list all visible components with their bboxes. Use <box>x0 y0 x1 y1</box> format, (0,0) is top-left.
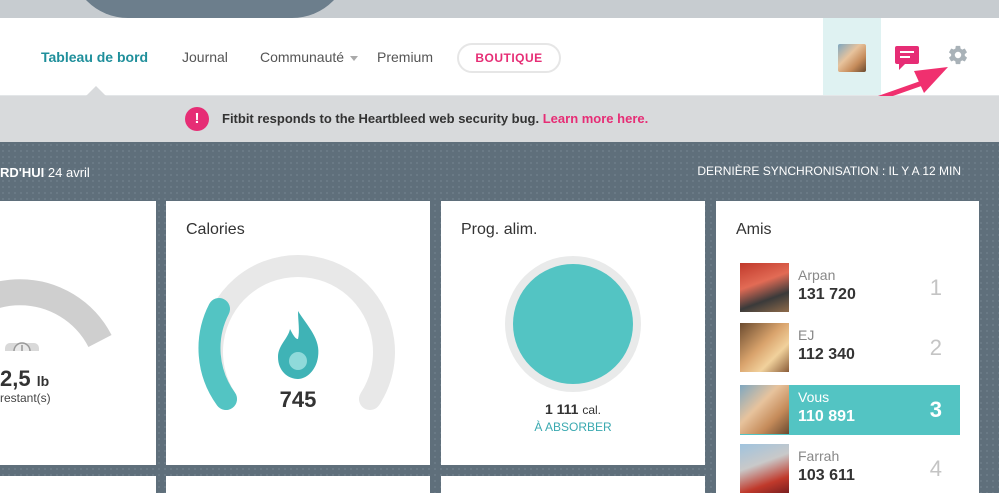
food-progress-ring <box>505 256 641 392</box>
active-tab-pointer <box>86 86 106 96</box>
nav-communaute[interactable]: Communauté <box>260 49 359 65</box>
friend-name: Arpan <box>798 267 836 283</box>
friends-card[interactable]: Amis Arpan 131 720 1 EJ 112 340 2 Vous 1… <box>716 201 979 493</box>
learn-more-link[interactable]: Learn more here. <box>543 111 649 126</box>
friend-row-self[interactable]: Vous 110 891 3 <box>740 385 960 435</box>
friend-rank: 4 <box>929 456 942 481</box>
friend-row[interactable]: EJ 112 340 2 <box>740 323 960 373</box>
friend-name: Farrah <box>798 448 840 464</box>
boutique-button[interactable]: BOUTIQUE <box>457 43 561 73</box>
weight-value: 2,5 lb <box>0 366 49 392</box>
friend-steps: 112 340 <box>798 346 855 363</box>
sync-status: DERNIÈRE SYNCHRONISATION : IL Y A 12 MIN <box>697 164 961 178</box>
friend-rank: 1 <box>929 275 942 300</box>
today-label: RD'HUI <box>0 165 45 180</box>
weight-unit: lb <box>36 373 50 389</box>
alert-text: Fitbit responds to the Heartbleed web se… <box>222 111 540 126</box>
friend-avatar <box>740 323 789 372</box>
friend-steps: 110 891 <box>798 408 855 425</box>
weight-gauge <box>0 279 112 351</box>
food-plan-card[interactable]: Prog. alim. 1 111 cal. À ABSORBER <box>441 201 705 465</box>
chevron-down-icon <box>350 55 359 61</box>
alert-message: Fitbit responds to the Heartbleed web se… <box>222 111 648 126</box>
food-progress-fill <box>513 264 633 384</box>
header-decoration <box>70 0 350 18</box>
friend-steps: 103 611 <box>798 467 855 484</box>
friend-row[interactable]: Arpan 131 720 1 <box>740 263 960 313</box>
flame-icon <box>278 311 319 379</box>
friend-rank: 3 <box>929 397 942 422</box>
nav-tableau-de-bord[interactable]: Tableau de bord <box>41 49 148 65</box>
page-top-strip <box>0 0 999 18</box>
security-alert-bar: ! Fitbit responds to the Heartbleed web … <box>0 96 999 142</box>
food-value: 1 111 cal. <box>441 401 705 417</box>
nav-premium[interactable]: Premium <box>377 49 433 65</box>
food-plan-title: Prog. alim. <box>461 221 538 238</box>
friends-title: Amis <box>736 221 772 238</box>
weight-number: 2,5 <box>0 366 31 391</box>
food-remaining-label: À ABSORBER <box>534 420 612 434</box>
today-heading: RD'HUI 24 avril <box>0 165 90 180</box>
friend-steps: 131 720 <box>798 286 856 303</box>
bottom-card <box>441 476 705 493</box>
nav-journal[interactable]: Journal <box>182 49 228 65</box>
friend-avatar <box>740 263 789 312</box>
food-number: 1 111 <box>544 401 579 417</box>
friend-avatar <box>740 444 789 493</box>
bottom-card <box>0 476 156 493</box>
alert-icon: ! <box>185 107 209 131</box>
bottom-card <box>166 476 430 493</box>
calories-card[interactable]: Calories 745 <box>166 201 430 465</box>
calories-value: 745 <box>279 387 317 412</box>
weight-remaining-label: restant(s) <box>0 391 51 405</box>
friend-avatar <box>740 385 789 434</box>
today-date: 24 avril <box>47 165 90 180</box>
friend-name: EJ <box>798 327 815 343</box>
friend-name: Vous <box>798 389 830 405</box>
nav-communaute-label: Communauté <box>260 49 345 65</box>
friend-row[interactable]: Farrah 103 611 4 <box>740 444 960 493</box>
calories-title: Calories <box>186 221 245 238</box>
friend-rank: 2 <box>929 335 942 360</box>
scale-icon <box>5 342 39 351</box>
weight-card[interactable]: 2,5 lb restant(s) <box>0 201 156 465</box>
food-unit: cal. <box>582 403 602 417</box>
